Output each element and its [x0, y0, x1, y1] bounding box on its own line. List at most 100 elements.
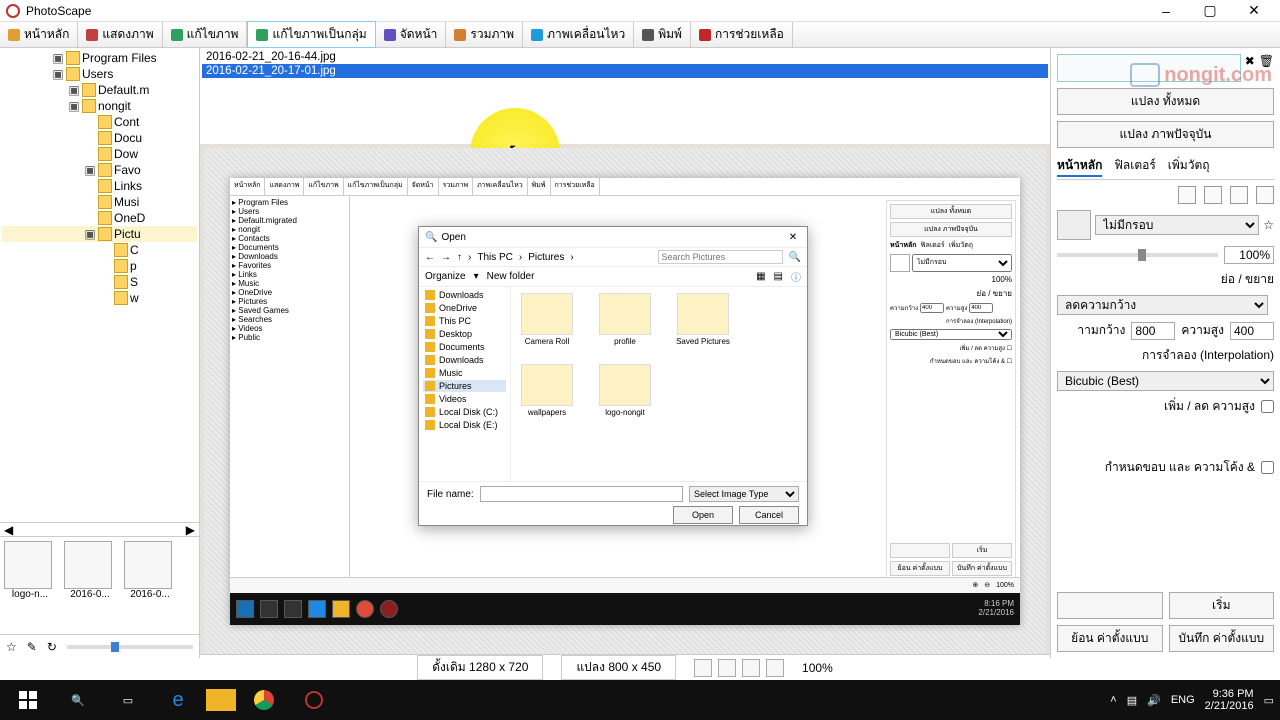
newfolder-button[interactable]: New folder: [487, 271, 535, 282]
tree-OneD[interactable]: OneD: [2, 210, 197, 226]
trash-icon[interactable]: 🗑: [1259, 54, 1274, 82]
open-button[interactable]: Open: [673, 506, 733, 524]
tray-up-icon[interactable]: ˄: [1110, 694, 1116, 706]
folder-profile[interactable]: profile: [595, 293, 655, 346]
help-icon[interactable]: ⓘ: [791, 269, 801, 284]
organize-menu[interactable]: Organize: [425, 271, 466, 282]
window-close[interactable]: ✕: [1234, 0, 1274, 22]
taskbar[interactable]: 🔍 ▭ e ˄ ▤ 🔊 ENG 9:36 PM2/21/2016 ▭: [0, 680, 1280, 720]
window-minimize[interactable]: –: [1146, 0, 1186, 22]
tree-Links[interactable]: Links: [2, 178, 197, 194]
nav-fwd[interactable]: →: [441, 252, 451, 263]
toolbar-ภาพเคลื่อนไหว[interactable]: ภาพเคลื่อนไหว: [523, 22, 634, 47]
toolbar-พิมพ์[interactable]: พิมพ์: [634, 22, 691, 47]
side-Downloads[interactable]: Downloads: [423, 354, 506, 366]
thumbnail-strip[interactable]: logo-n...2016-0...2016-0...: [0, 536, 199, 634]
blank-button[interactable]: [1057, 592, 1163, 619]
side-Local Disk (C:)[interactable]: Local Disk (C:): [423, 406, 506, 418]
window-maximize[interactable]: ▢: [1190, 0, 1230, 22]
nav-up[interactable]: ↑: [457, 252, 462, 263]
side-Downloads[interactable]: Downloads: [423, 289, 506, 301]
fit-icon[interactable]: [694, 659, 712, 677]
side-This PC[interactable]: This PC: [423, 315, 506, 327]
toolbar-การช่วยเหลือ[interactable]: การช่วยเหลือ: [691, 22, 793, 47]
dialog-icon-view[interactable]: Camera RollprofileSaved Pictureswallpape…: [511, 287, 807, 481]
actual-icon[interactable]: [718, 659, 736, 677]
effect-icon[interactable]: [1230, 186, 1248, 204]
zoomout-icon[interactable]: [766, 659, 784, 677]
interp-select[interactable]: Bicubic (Best): [1057, 371, 1274, 391]
tab-filter[interactable]: ฟิลเตอร์: [1114, 156, 1155, 177]
undo-icon[interactable]: [1178, 186, 1196, 204]
undo-preset-button[interactable]: ย้อน ค่าตั้งแบบ: [1057, 625, 1163, 652]
zoomin-icon[interactable]: [742, 659, 760, 677]
delete-icon[interactable]: ✖: [1245, 54, 1255, 82]
chrome-icon[interactable]: [242, 684, 286, 716]
dialog-close[interactable]: ✕: [785, 232, 801, 243]
side-Music[interactable]: Music: [423, 367, 506, 379]
folder-logo-nongit[interactable]: logo-nongit: [595, 364, 655, 417]
fav-frame-icon[interactable]: ☆: [1263, 218, 1274, 232]
tray-lang[interactable]: ENG: [1171, 694, 1195, 706]
nav-back[interactable]: ←: [425, 252, 435, 263]
width-input[interactable]: [1131, 322, 1175, 340]
star-icon[interactable]: ☆: [6, 640, 17, 654]
tree-Favo[interactable]: ▣Favo: [2, 162, 197, 178]
tree-scroll[interactable]: ◀▶: [0, 522, 199, 536]
folder-Camera Roll[interactable]: Camera Roll: [517, 293, 577, 346]
tray-net-icon[interactable]: ▤: [1127, 694, 1137, 707]
convert-all-button[interactable]: แปลง ทั้งหมด: [1057, 88, 1274, 115]
file-2016-02-21_20-17-01.jpg[interactable]: 2016-02-21_20-17-01.jpg: [202, 64, 1048, 78]
folder-tree[interactable]: ▣Program Files▣Users▣Default.m▣nongitCon…: [0, 48, 199, 522]
tab-home[interactable]: หน้าหลัก: [1057, 156, 1102, 177]
view-list-icon[interactable]: ▤: [774, 271, 783, 282]
breadcrumb-thispc[interactable]: This PC: [477, 252, 513, 263]
tray-vol-icon[interactable]: 🔊: [1147, 694, 1161, 707]
toolbar-จัดหน้า[interactable]: จัดหน้า: [376, 22, 447, 47]
side-Pictures[interactable]: Pictures: [423, 380, 506, 392]
tree-Cont[interactable]: Cont: [2, 114, 197, 130]
file-list[interactable]: 2016-02-21_20-16-44.jpg2016-02-21_20-17-…: [200, 48, 1050, 144]
folder-wallpapers[interactable]: wallpapers: [517, 364, 577, 417]
photoscape-task-icon[interactable]: [292, 684, 336, 716]
side-Local Disk (E:)[interactable]: Local Disk (E:): [423, 419, 506, 431]
aspect-checkbox[interactable]: [1261, 400, 1274, 413]
tree-Docu[interactable]: Docu: [2, 130, 197, 146]
crop-icon[interactable]: [1256, 186, 1274, 204]
search-icon[interactable]: 🔍: [789, 252, 801, 263]
refresh-icon[interactable]: ↻: [47, 640, 57, 654]
tree-Musi[interactable]: Musi: [2, 194, 197, 210]
tray-clock[interactable]: 9:36 PM2/21/2016: [1205, 688, 1254, 712]
file-2016-02-21_20-16-44.jpg[interactable]: 2016-02-21_20-16-44.jpg: [202, 50, 1048, 64]
edge-icon[interactable]: e: [156, 684, 200, 716]
search-input[interactable]: [658, 250, 783, 264]
tab-objects[interactable]: เพิ่มวัตถุ: [1168, 156, 1210, 177]
tray-notif-icon[interactable]: ▭: [1264, 694, 1274, 707]
tag-icon[interactable]: ✎: [27, 640, 37, 654]
tree-Default.m[interactable]: ▣Default.m: [2, 82, 197, 98]
start-button-win[interactable]: [6, 684, 50, 716]
redo-icon[interactable]: [1204, 186, 1222, 204]
resize-mode-select[interactable]: ลดความกว้าง: [1057, 295, 1268, 315]
zoom-value[interactable]: [1224, 246, 1274, 264]
thumb-logo-n...[interactable]: logo-n...: [4, 541, 56, 630]
tree-Dow[interactable]: Dow: [2, 146, 197, 162]
tree-p[interactable]: p: [2, 258, 197, 274]
start-button[interactable]: เริ่ม: [1169, 592, 1275, 619]
convert-current-button[interactable]: แปลง ภาพปัจจุบัน: [1057, 121, 1274, 148]
thumb-2016-0...[interactable]: 2016-0...: [124, 541, 176, 630]
side-Videos[interactable]: Videos: [423, 393, 506, 405]
thumb-size-slider[interactable]: [67, 645, 193, 649]
toolbar-แก้ไขภาพ[interactable]: แก้ไขภาพ: [163, 22, 248, 47]
filename-input[interactable]: [480, 486, 683, 502]
toolbar-หน้าหลัก[interactable]: หน้าหลัก: [0, 22, 78, 47]
tree-w[interactable]: w: [2, 290, 197, 306]
side-Desktop[interactable]: Desktop: [423, 328, 506, 340]
side-Documents[interactable]: Documents: [423, 341, 506, 353]
frame-select[interactable]: ไม่มีกรอบ: [1095, 215, 1259, 235]
tree-Pictu[interactable]: ▣Pictu: [2, 226, 197, 242]
round-checkbox[interactable]: [1261, 461, 1274, 474]
tree-C[interactable]: C: [2, 242, 197, 258]
right-tabs[interactable]: หน้าหลัก ฟิลเตอร์ เพิ่มวัตถุ: [1057, 154, 1274, 180]
tree-Users[interactable]: ▣Users: [2, 66, 197, 82]
